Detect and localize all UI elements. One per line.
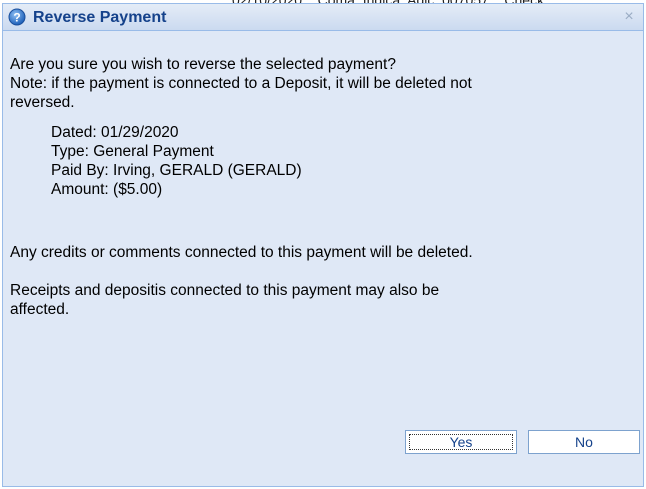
payment-type: Type: General Payment [51, 143, 214, 160]
dialog-body: Are you sure you wish to reverse the sel… [3, 31, 643, 486]
yes-button-label: Yes [449, 434, 473, 450]
credits-note: Any credits or comments connected to thi… [10, 244, 473, 261]
payment-dated: Dated: 01/29/2020 [51, 124, 179, 141]
receipts-note-line1: Receipts and depositis connected to this… [10, 282, 440, 299]
svg-text:?: ? [13, 11, 20, 25]
close-icon[interactable]: × [621, 9, 637, 25]
no-button[interactable]: No [528, 430, 640, 454]
deposit-note-line1: Note: if the payment is connected to a D… [10, 75, 472, 92]
payment-paid-by: Paid By: Irving, GERALD (GERALD) [51, 162, 302, 179]
confirm-question: Are you sure you wish to reverse the sel… [10, 56, 396, 73]
receipts-note-line2: affected. [10, 301, 70, 318]
no-button-label: No [575, 434, 593, 450]
dialog-titlebar[interactable]: ? Reverse Payment × [3, 4, 643, 31]
payment-amount: Amount: ($5.00) [51, 181, 163, 198]
deposit-note-line2: reversed. [10, 94, 75, 111]
question-icon: ? [8, 8, 26, 26]
reverse-payment-dialog: ? Reverse Payment × Are you sure you wis… [2, 3, 644, 487]
payment-details: Dated: 01/29/2020 Type: General Payment … [51, 123, 302, 199]
yes-button[interactable]: Yes [405, 430, 517, 454]
dialog-title: Reverse Payment [33, 9, 167, 26]
